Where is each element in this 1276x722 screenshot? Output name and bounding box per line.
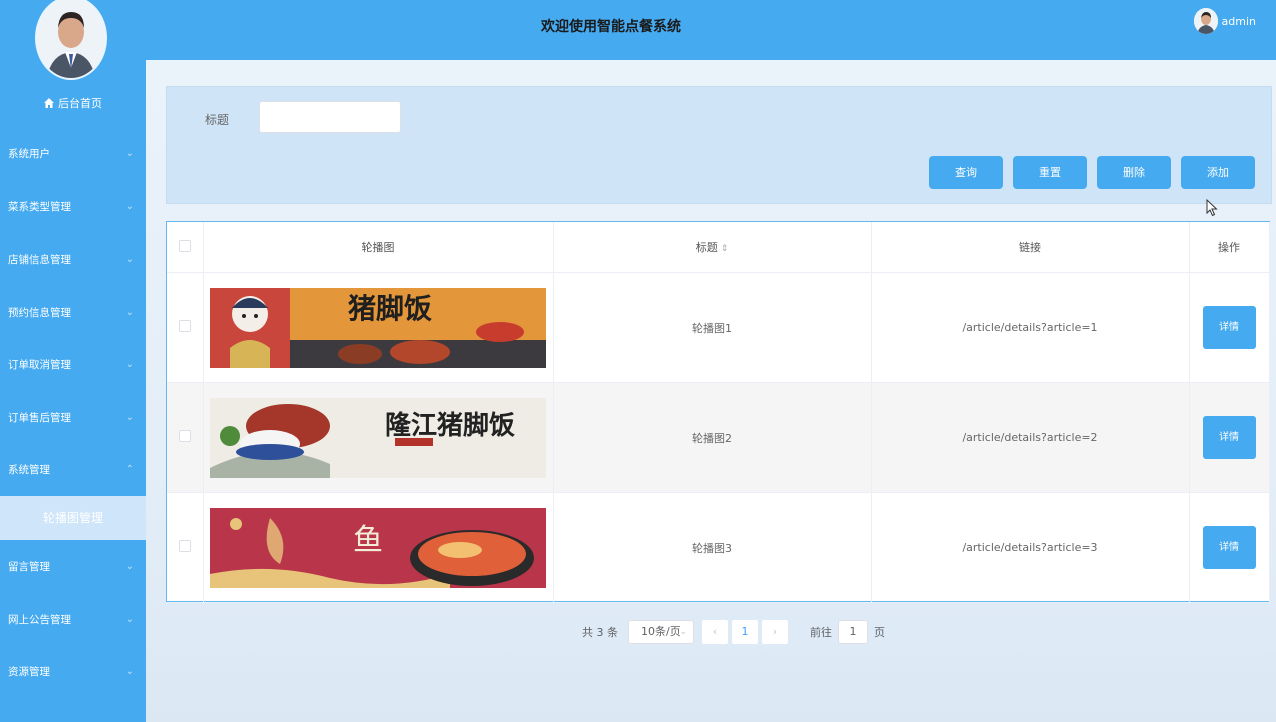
sidebar-item-order-cancel[interactable]: 订单取消管理 ⌄ — [0, 345, 146, 385]
row-checkbox[interactable] — [178, 430, 191, 442]
column-header-title[interactable]: 标题 ⇕ — [553, 222, 872, 273]
title-cell: 轮播图2 — [553, 382, 872, 493]
chevron-down-icon: ⌄ — [125, 614, 134, 625]
title-cell: 轮播图1 — [553, 272, 872, 383]
page-suffix: 页 — [874, 626, 885, 639]
chevron-down-icon: ⌄ — [125, 307, 134, 318]
banner-text: 隆江猪脚饭 — [385, 411, 515, 441]
actions-cell: 详情 — [1189, 382, 1270, 493]
goto-label: 前往 — [810, 626, 832, 639]
column-header-title-label: 标题 — [695, 241, 718, 254]
chevron-down-icon: ⌄ — [125, 148, 134, 159]
chevron-down-icon: ⌄ — [125, 412, 134, 423]
total-count: 共 3 条 — [582, 626, 618, 639]
home-icon — [44, 98, 54, 111]
username: admin — [1221, 14, 1256, 28]
sidebar-item-label: 留言管理 — [8, 561, 50, 573]
sidebar-item-users[interactable]: 系统用户 ⌄ — [0, 134, 146, 174]
sidebar-item-cuisine-types[interactable]: 菜系类型管理 ⌄ — [0, 187, 146, 227]
banner-cell: 隆江猪脚饭 — [203, 382, 554, 493]
chevron-down-icon: ⌄ — [679, 627, 687, 637]
mouse-cursor-icon — [1206, 198, 1218, 220]
chevron-down-icon: ⌄ — [125, 561, 134, 572]
sidebar-item-shop-info[interactable]: 店铺信息管理 ⌄ — [0, 240, 146, 280]
home-label: 后台首页 — [58, 97, 102, 110]
chevron-down-icon: ⌄ — [125, 254, 134, 265]
banner-cell: 猪脚饭 — [203, 272, 554, 383]
chevron-right-icon: › — [772, 625, 778, 638]
reset-button[interactable]: 重置 — [1013, 156, 1087, 189]
column-header-image: 轮播图 — [203, 222, 554, 273]
carousel-image: 隆江猪脚饭 — [210, 397, 546, 478]
banner-text: 鱼 — [353, 523, 383, 558]
row-checkbox[interactable] — [178, 320, 191, 332]
prev-page-button[interactable]: ‹ — [702, 620, 728, 644]
sidebar-item-label: 系统用户 — [8, 148, 50, 160]
actions-cell: 详情 — [1189, 272, 1270, 383]
title-filter-label: 标题 — [205, 113, 230, 127]
sidebar-item-announcements[interactable]: 网上公告管理 ⌄ — [0, 600, 146, 640]
sidebar-subitem-carousel[interactable]: 轮播图管理 — [0, 496, 146, 540]
carousel-image: 鱼 — [210, 507, 546, 588]
sidebar-item-home[interactable]: 后台首页 — [0, 95, 146, 111]
page-title: 欢迎使用智能点餐系统 — [541, 19, 681, 35]
query-button[interactable]: 查询 — [929, 156, 1003, 189]
chevron-down-icon: ⌄ — [125, 359, 134, 370]
sidebar-item-reservations[interactable]: 预约信息管理 ⌄ — [0, 293, 146, 333]
page-size-select[interactable]: 10条/页 ⌄ — [628, 620, 694, 644]
sidebar-item-label: 店铺信息管理 — [8, 254, 71, 266]
page-size-value: 10条/页 — [641, 625, 681, 638]
banner-cell: 鱼 — [203, 492, 554, 603]
sidebar-item-system[interactable]: 系统管理 ⌃ — [0, 450, 146, 490]
delete-button[interactable]: 删除 — [1097, 156, 1171, 189]
sidebar-item-label: 预约信息管理 — [8, 307, 71, 319]
link-cell: /article/details?article=1 — [871, 272, 1190, 383]
detail-button[interactable]: 详情 — [1202, 306, 1256, 349]
title-cell: 轮播图3 — [553, 492, 872, 603]
actions-cell: 详情 — [1189, 492, 1270, 603]
search-panel: 标题 查询 重置 删除 添加 — [166, 86, 1272, 204]
sidebar: 后台首页 系统用户 ⌄ 菜系类型管理 ⌄ 店铺信息管理 ⌄ 预约信息管理 ⌄ 订单取消管… — [0, 0, 146, 722]
sidebar-item-label: 订单售后管理 — [8, 412, 71, 424]
detail-button[interactable]: 详情 — [1202, 416, 1256, 459]
goto-page-input[interactable]: 1 — [838, 620, 868, 644]
select-all-cell — [167, 222, 204, 273]
sidebar-item-label: 系统管理 — [8, 464, 50, 476]
sidebar-item-resources[interactable]: 资源管理 ⌄ — [0, 652, 146, 692]
table-row: 鱼 轮播图3 /article/details?article=3 详情 — [167, 492, 1270, 603]
sidebar-item-label: 菜系类型管理 — [8, 201, 71, 213]
user-avatar — [1193, 8, 1218, 34]
link-cell: /article/details?article=3 — [871, 492, 1190, 603]
sort-icon[interactable]: ⇕ — [721, 244, 729, 254]
column-header-link: 链接 — [871, 222, 1190, 273]
main-content: 标题 查询 重置 删除 添加 轮播图 标题 ⇕ 链接 操作 猪脚饭 轮播图1 /… — [146, 60, 1276, 722]
banner-text: 猪脚饭 — [348, 292, 432, 325]
sidebar-item-label: 网上公告管理 — [8, 614, 71, 626]
chevron-down-icon: ⌄ — [125, 201, 134, 212]
detail-button[interactable]: 详情 — [1202, 526, 1256, 569]
avatar — [35, 0, 107, 80]
link-cell: /article/details?article=2 — [871, 382, 1190, 493]
select-all-checkbox[interactable] — [178, 239, 191, 252]
table-row: 隆江猪脚饭 轮播图2 /article/details?article=2 详情 — [167, 382, 1270, 493]
chevron-up-icon: ⌃ — [125, 464, 134, 475]
top-header: 欢迎使用智能点餐系统 admin — [146, 0, 1276, 60]
sidebar-item-messages[interactable]: 留言管理 ⌄ — [0, 547, 146, 587]
title-filter-input[interactable] — [259, 101, 401, 133]
table-row: 猪脚饭 轮播图1 /article/details?article=1 详情 — [167, 272, 1270, 383]
chevron-down-icon: ⌄ — [125, 666, 134, 677]
user-menu[interactable]: admin — [1193, 8, 1256, 34]
sidebar-item-label: 订单取消管理 — [8, 359, 71, 371]
add-button[interactable]: 添加 — [1181, 156, 1255, 189]
sidebar-item-after-sales[interactable]: 订单售后管理 ⌄ — [0, 398, 146, 438]
row-checkbox[interactable] — [178, 540, 191, 552]
column-header-actions: 操作 — [1189, 222, 1270, 273]
sidebar-item-label: 资源管理 — [8, 666, 50, 678]
carousel-table: 轮播图 标题 ⇕ 链接 操作 猪脚饭 轮播图1 /article/details… — [166, 221, 1270, 603]
chevron-left-icon: ‹ — [712, 625, 718, 638]
pagination: 共 3 条 10条/页 ⌄ ‹ 1 › 前往 1 页 — [582, 619, 885, 645]
page-number[interactable]: 1 — [732, 620, 758, 644]
next-page-button[interactable]: › — [762, 620, 788, 644]
carousel-image: 猪脚饭 — [210, 287, 546, 368]
